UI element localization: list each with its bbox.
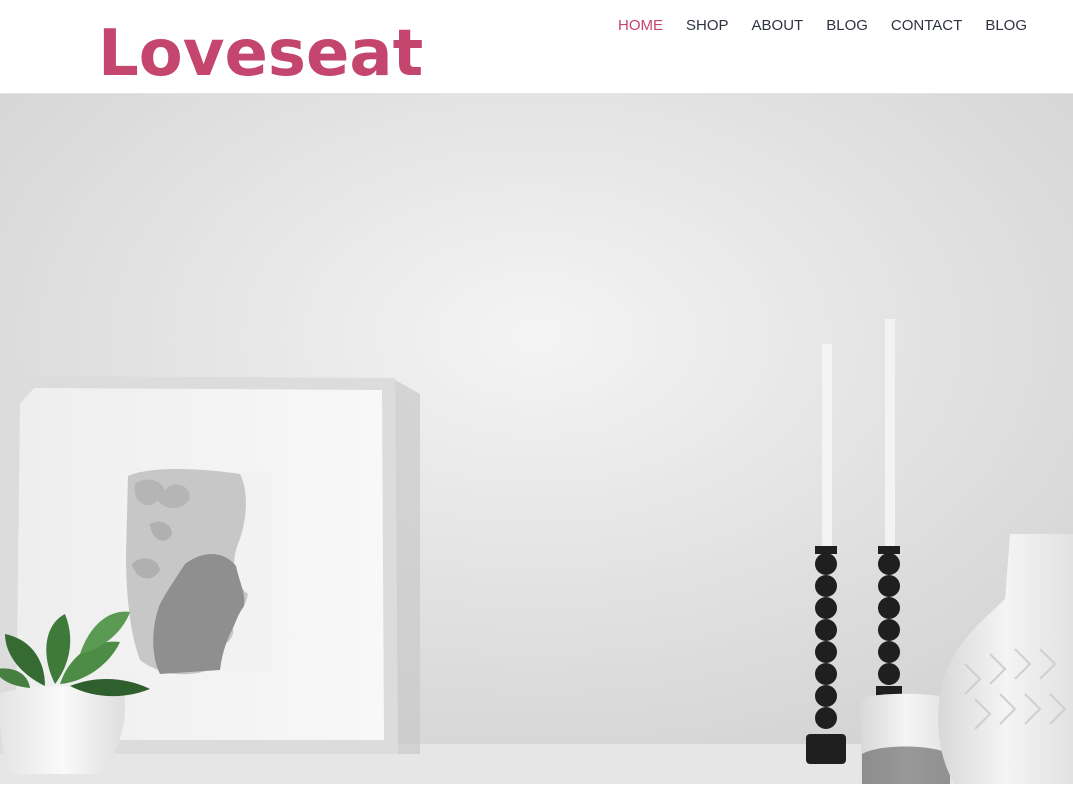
nav-item-blog[interactable]: BLOG [826,17,868,35]
hero-image [0,94,1073,784]
site-logo[interactable]: Loveseat [98,14,423,94]
main-nav: HOME SHOP ABOUT BLOG CONTACT BLOG [595,17,1027,35]
plant-pot [0,686,125,774]
nav-item-shop[interactable]: SHOP [686,17,729,35]
nav-item-home[interactable]: HOME [618,17,663,35]
page-bottom [0,784,1073,804]
nav-item-about[interactable]: ABOUT [752,17,804,35]
site-header: Loveseat HOME SHOP ABOUT BLOG CONTACT BL… [0,0,1073,94]
hero-illustration [0,94,1073,784]
nav-item-blog-2[interactable]: BLOG [985,17,1027,35]
nav-item-contact[interactable]: CONTACT [891,17,962,35]
framed-portrait-art [122,469,272,675]
frame-shadow [395,380,420,754]
